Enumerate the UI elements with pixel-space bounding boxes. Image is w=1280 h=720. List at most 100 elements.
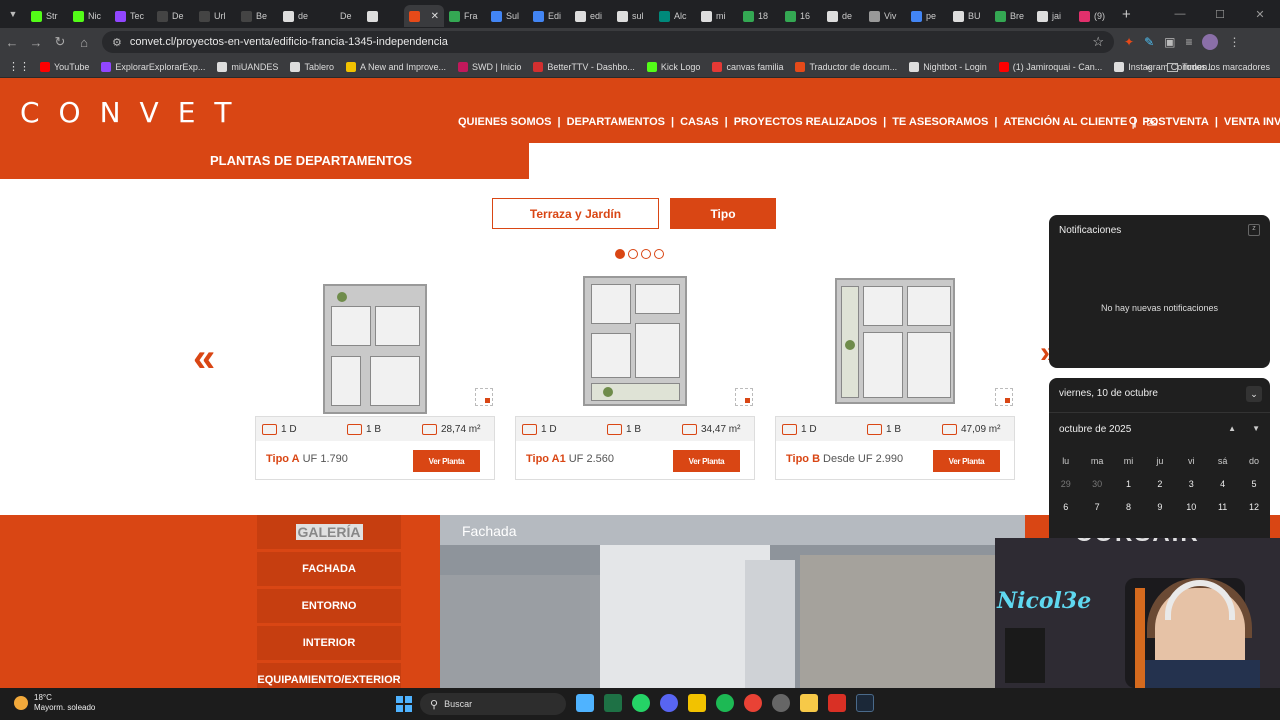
browser-tab[interactable]: Sul [486, 5, 528, 27]
month-prev-icon[interactable]: ▲ [1228, 424, 1236, 433]
browser-tab[interactable]: Alc [654, 5, 696, 27]
browser-tab[interactable]: 16 [780, 5, 822, 27]
bookmark-item[interactable]: SWD | Inicio [458, 61, 521, 72]
calendar-day[interactable]: 11 [1207, 502, 1238, 512]
bookmark-item[interactable]: Tablero [290, 61, 334, 72]
browser-tab[interactable]: Nic [68, 5, 110, 27]
calendar-day[interactable]: 10 [1176, 502, 1207, 512]
browser-tab[interactable]: De [320, 5, 362, 27]
notepad-icon[interactable] [576, 694, 594, 712]
convet-logo[interactable]: CONVET [20, 96, 250, 129]
calendar-day[interactable]: 30 [1081, 479, 1112, 489]
reading-list-icon[interactable]: ≡ [1185, 35, 1192, 49]
apps-grid-icon[interactable]: ⋮⋮ [8, 60, 30, 73]
calendar-day[interactable]: 4 [1207, 479, 1238, 489]
browser-tab[interactable]: BU [948, 5, 990, 27]
bookmark-item[interactable]: A New and Improve... [345, 61, 446, 72]
browser-tab[interactable]: Edi [528, 5, 570, 27]
nav-link[interactable]: VENTA INVERSIONISTAS [1224, 116, 1280, 128]
browser-tab[interactable]: Be [236, 5, 278, 27]
browser-tab[interactable]: pe [906, 5, 948, 27]
browser-tab[interactable]: edi [570, 5, 612, 27]
gallery-item-entorno[interactable]: ENTORNO [257, 589, 401, 623]
floorplan-image[interactable] [583, 276, 687, 406]
obs-icon[interactable] [772, 694, 790, 712]
weather-widget[interactable]: 18°C Mayorm. soleado [14, 693, 95, 713]
bookmark-item[interactable]: ExplorarExplorarExp... [101, 61, 205, 72]
maximize-icon[interactable]: ☐ [1200, 8, 1240, 21]
extension-icon[interactable]: ✦ [1124, 35, 1134, 49]
carousel-dot[interactable] [641, 249, 651, 259]
menu-kebab-icon[interactable]: ⋮ [1228, 35, 1240, 49]
nav-link[interactable]: PROYECTOS REALIZADOS [734, 116, 877, 128]
nav-link[interactable]: QUIENES SOMOS [458, 116, 552, 128]
browser-tab[interactable]: Bre [990, 5, 1032, 27]
bookmark-item[interactable]: miUANDES [217, 61, 278, 72]
steam-icon[interactable] [856, 694, 874, 712]
discord-icon[interactable] [660, 694, 678, 712]
floorplan-image[interactable] [835, 278, 955, 404]
site-info-icon[interactable]: ⚙ [112, 36, 122, 49]
new-tab-button[interactable]: + [1122, 6, 1131, 23]
tab-search-icon[interactable]: ▼ [0, 0, 26, 28]
bookmark-item[interactable]: Traductor de docum... [795, 61, 897, 72]
browser-tab[interactable] [362, 5, 404, 27]
filter-terraza-button[interactable]: Terraza y Jardín [492, 198, 659, 229]
browser-tab[interactable]: Viv [864, 5, 906, 27]
browser-tab[interactable]: de [278, 5, 320, 27]
puzzle-icon[interactable]: ▣ [1164, 35, 1175, 49]
all-bookmarks[interactable]: » Todos los marcadores [1146, 56, 1270, 78]
file-explorer-icon[interactable] [688, 694, 706, 712]
browser-tab[interactable]: 18 [738, 5, 780, 27]
floorplan-image[interactable] [323, 284, 427, 414]
calendar-day[interactable]: 12 [1238, 502, 1269, 512]
calendar-day[interactable]: 8 [1113, 502, 1144, 512]
ver-planta-button[interactable]: Ver Planta [413, 450, 480, 472]
zoom-icon[interactable] [475, 388, 493, 406]
url-text[interactable]: convet.cl/proyectos-en-venta/edificio-fr… [130, 36, 1092, 48]
browser-tab[interactable]: Tec [110, 5, 152, 27]
calendar-day[interactable]: 1 [1113, 479, 1144, 489]
browser-tab[interactable]: De [152, 5, 194, 27]
forward-icon[interactable]: → [24, 35, 48, 50]
gallery-item-equipamiento[interactable]: EQUIPAMIENTO/EXTERIOR [257, 663, 401, 688]
calendar-day[interactable]: 3 [1176, 479, 1207, 489]
browser-tab[interactable]: Fra [444, 5, 486, 27]
spotify-icon[interactable] [716, 694, 734, 712]
bookmark-item[interactable]: (1) Jamiroquai - Can... [998, 61, 1102, 72]
all-bookmarks-label[interactable]: Todos los marcadores [1182, 62, 1270, 72]
search-icon[interactable]: ⚲ [1128, 114, 1138, 131]
bookmark-item[interactable]: YouTube [40, 61, 89, 72]
carousel-prev-arrow[interactable]: « [193, 336, 215, 381]
nav-link[interactable]: DEPARTAMENTOS [567, 116, 665, 128]
bookmark-star-icon[interactable]: ☆ [1092, 34, 1104, 50]
nav-link[interactable]: ATENCIÓN AL CLIENTE [1003, 116, 1127, 128]
mail-icon[interactable]: ✉ [1146, 114, 1158, 131]
ver-planta-button[interactable]: Ver Planta [933, 450, 1000, 472]
calendar-day[interactable]: 5 [1238, 479, 1269, 489]
back-icon[interactable]: ← [0, 35, 24, 50]
carousel-dot[interactable] [628, 249, 638, 259]
zoom-icon[interactable] [735, 388, 753, 406]
gallery-item-fachada[interactable]: FACHADA [257, 552, 401, 586]
close-window-icon[interactable]: ✕ [1240, 8, 1280, 21]
browser-tab[interactable]: de [822, 5, 864, 27]
zoom-icon[interactable] [995, 388, 1013, 406]
minimize-icon[interactable]: — [1160, 8, 1200, 20]
chevron-down-icon[interactable]: ⌄ [1246, 386, 1262, 402]
nav-link[interactable]: CASAS [680, 116, 719, 128]
calendar-day[interactable]: 2 [1144, 479, 1175, 489]
calendar-day[interactable]: 7 [1081, 502, 1112, 512]
more-bookmarks-icon[interactable]: » [1146, 62, 1151, 72]
excel-icon[interactable] [604, 694, 622, 712]
translate-extension-icon[interactable]: ✎ [1144, 35, 1154, 49]
taskbar-search[interactable]: ⚲ Buscar [420, 693, 566, 715]
calendar-day[interactable]: 9 [1144, 502, 1175, 512]
home-icon[interactable]: ⌂ [72, 35, 96, 50]
browser-tab[interactable]: mi [696, 5, 738, 27]
close-tab-icon[interactable]: ✕ [431, 11, 439, 22]
gallery-photo[interactable]: Fachada [440, 515, 1025, 688]
acrobat-icon[interactable] [828, 694, 846, 712]
chrome-icon[interactable] [744, 694, 762, 712]
bookmark-item[interactable]: BetterTTV - Dashbo... [533, 61, 635, 72]
